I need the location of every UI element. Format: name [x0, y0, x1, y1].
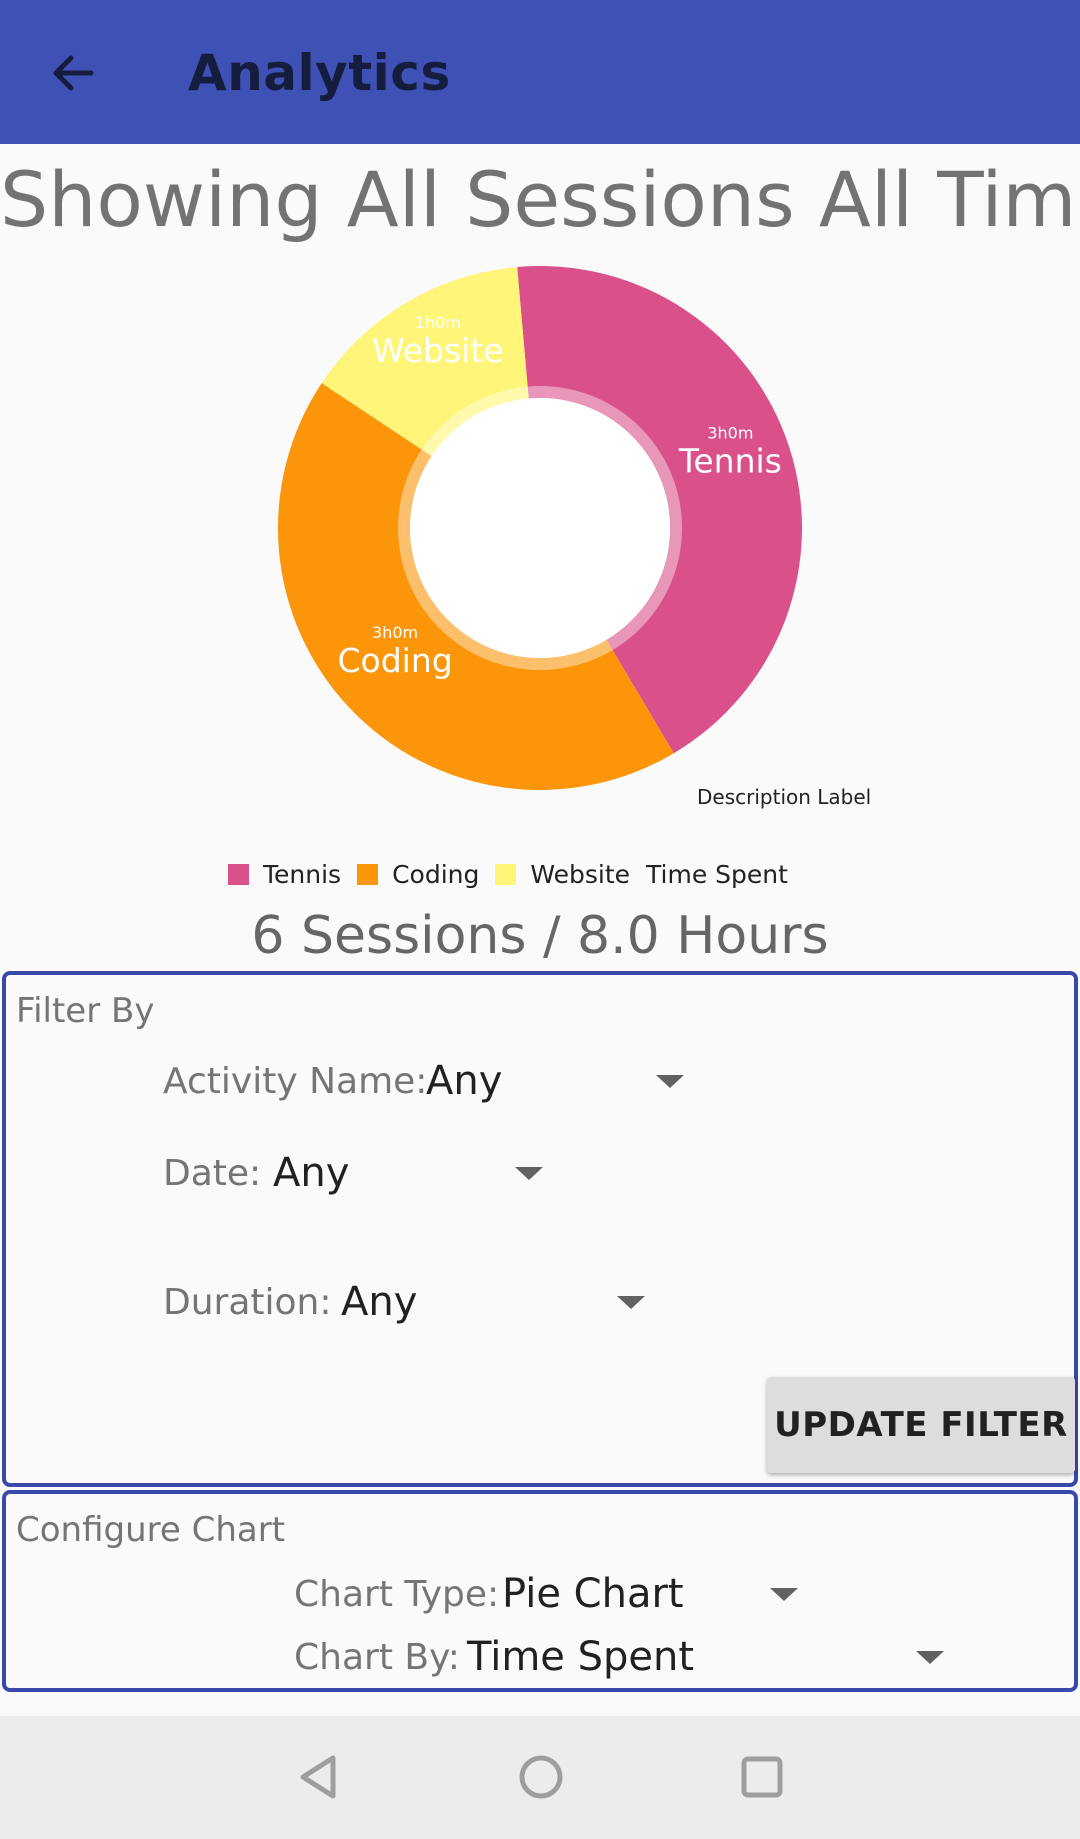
legend-item-website: Website	[495, 860, 630, 889]
chart-by-value: Time Spent	[467, 1634, 695, 1680]
slice-category-label: Coding	[337, 641, 452, 680]
nav-home-button[interactable]	[506, 1742, 576, 1812]
duration-value: Any	[341, 1279, 418, 1325]
filter-title: Filter By	[16, 991, 155, 1031]
slice-value-label: 3h0m	[372, 623, 418, 642]
configure-chart-card: Configure Chart Chart Type: Pie Chart Ch…	[2, 1490, 1078, 1692]
legend-label: Coding	[392, 859, 480, 889]
date-field: Date:	[163, 1143, 261, 1203]
legend-label: Website	[530, 859, 631, 889]
slice-value-label: 3h0m	[707, 424, 753, 443]
chart-legend: Tennis Coding Website Time Spent	[228, 857, 788, 891]
chart-by-field: Chart By:	[294, 1627, 460, 1687]
chart-headline: Showing All Sessions All Time	[0, 155, 1080, 244]
activity-name-value: Any	[426, 1058, 503, 1104]
app-bar-title: Analytics	[188, 44, 451, 102]
chevron-down-icon	[656, 1075, 684, 1088]
chart-type-dropdown[interactable]: Pie Chart	[502, 1564, 812, 1624]
circle-home-icon	[519, 1755, 563, 1799]
activity-name-field: Activity Name:	[163, 1051, 427, 1111]
chart-type-label: Chart Type:	[294, 1573, 500, 1615]
pie-chart[interactable]: 3h0mTennis3h0mCoding1h0mWebsite	[278, 266, 802, 790]
nav-back-button[interactable]	[285, 1742, 355, 1812]
filter-card: Filter By Activity Name: Any Date: Any D…	[2, 971, 1078, 1487]
slice-value-label: 1h0m	[415, 313, 461, 332]
legend-item-tennis: Tennis	[228, 860, 341, 889]
legend-swatch	[357, 863, 379, 885]
sessions-summary: 6 Sessions / 8.0 Hours	[251, 906, 829, 966]
system-nav-bar	[0, 1716, 1080, 1839]
legend-title: Time Spent	[646, 859, 788, 889]
activity-name-dropdown[interactable]: Any	[426, 1051, 696, 1111]
chevron-down-icon	[770, 1588, 798, 1601]
chart-by-dropdown[interactable]: Time Spent	[467, 1627, 957, 1687]
back-button[interactable]	[38, 38, 108, 108]
duration-dropdown[interactable]: Any	[341, 1272, 651, 1332]
legend-swatch	[495, 863, 517, 885]
duration-label: Duration:	[163, 1281, 332, 1323]
update-filter-button[interactable]: UPDATE FILTER	[767, 1377, 1075, 1473]
square-recents-icon	[741, 1756, 783, 1798]
chevron-down-icon	[515, 1167, 543, 1180]
date-value: Any	[273, 1150, 350, 1196]
legend-swatch	[228, 863, 249, 885]
arrow-left-icon	[53, 55, 94, 91]
slice-category-label: Website	[372, 331, 504, 370]
configure-chart-title: Configure Chart	[16, 1510, 286, 1550]
slice-category-label: Tennis	[678, 442, 782, 481]
triangle-back-icon	[300, 1755, 336, 1799]
chart-type-value: Pie Chart	[502, 1571, 684, 1617]
chevron-down-icon	[916, 1651, 944, 1664]
legend-label: Tennis	[263, 859, 342, 889]
date-dropdown[interactable]: Any	[273, 1143, 553, 1203]
duration-field: Duration:	[163, 1272, 332, 1332]
chart-by-label: Chart By:	[294, 1636, 460, 1678]
app-bar: Analytics	[0, 0, 1080, 144]
activity-name-label: Activity Name:	[163, 1060, 428, 1102]
chart-type-field: Chart Type:	[294, 1564, 499, 1624]
chevron-down-icon	[617, 1296, 645, 1309]
legend-item-coding: Coding	[357, 860, 479, 889]
chart-description: Description Label	[697, 785, 872, 809]
donut-hole	[410, 398, 670, 658]
date-label: Date:	[163, 1152, 262, 1194]
nav-recents-button[interactable]	[727, 1742, 797, 1812]
